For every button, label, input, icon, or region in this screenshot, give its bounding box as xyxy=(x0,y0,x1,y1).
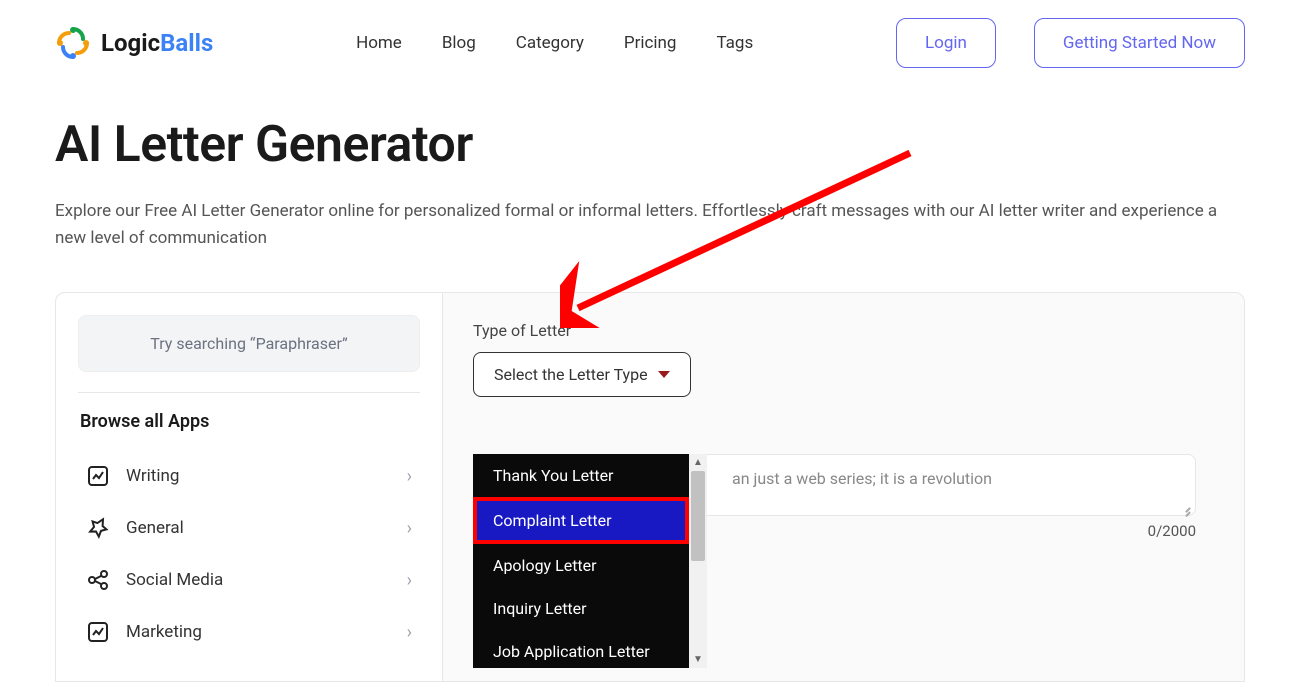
scrollbar-down-icon[interactable]: ▼ xyxy=(689,651,707,668)
chevron-right-icon: › xyxy=(407,622,412,643)
type-of-letter-label: Type of Letter xyxy=(473,321,1214,340)
site-header: LogicBalls Home Blog Category Pricing Ta… xyxy=(0,0,1300,86)
dropdown-scrollbar[interactable]: ▲ ▼ xyxy=(689,454,707,668)
dropdown-option-thank-you[interactable]: Thank You Letter xyxy=(473,454,689,497)
sidebar-item-writing[interactable]: Writing › xyxy=(78,450,420,502)
chevron-down-icon xyxy=(658,371,670,378)
app-card: Try searching “Paraphraser” Browse all A… xyxy=(55,292,1245,682)
sidebar-item-label: Social Media xyxy=(126,570,223,590)
search-input[interactable]: Try searching “Paraphraser” xyxy=(78,315,420,372)
divider xyxy=(78,392,420,393)
login-button[interactable]: Login xyxy=(896,18,996,68)
getting-started-button[interactable]: Getting Started Now xyxy=(1034,18,1245,68)
chevron-right-icon: › xyxy=(407,466,412,487)
logo-icon xyxy=(55,25,91,61)
nav-pricing[interactable]: Pricing xyxy=(624,33,677,53)
chart-icon xyxy=(86,620,110,644)
dropdown-option-apology[interactable]: Apology Letter xyxy=(473,544,689,587)
nav-tags[interactable]: Tags xyxy=(716,33,753,53)
dropdown-option-job-application[interactable]: Job Application Letter xyxy=(473,630,689,668)
sidebar-item-social-media[interactable]: Social Media › xyxy=(78,554,420,606)
chart-icon xyxy=(86,464,110,488)
browse-apps-title: Browse all Apps xyxy=(78,411,420,432)
brand-text: LogicBalls xyxy=(101,29,213,57)
scrollbar-up-icon[interactable]: ▲ xyxy=(689,454,707,471)
nav-category[interactable]: Category xyxy=(516,33,584,53)
main-nav: Home Blog Category Pricing Tags xyxy=(356,33,753,53)
pin-icon xyxy=(86,516,110,540)
dropdown-option-complaint[interactable]: Complaint Letter xyxy=(473,497,689,544)
share-icon xyxy=(86,568,110,592)
sidebar-item-label: Marketing xyxy=(126,622,202,642)
page-subtitle: Explore our Free AI Letter Generator onl… xyxy=(55,198,1230,252)
letter-type-dropdown: Thank You Letter Complaint Letter Apolog… xyxy=(473,454,707,668)
sidebar-item-marketing[interactable]: Marketing › xyxy=(78,606,420,658)
nav-blog[interactable]: Blog xyxy=(442,33,476,53)
nav-home[interactable]: Home xyxy=(356,33,402,53)
sidebar-item-label: Writing xyxy=(126,466,179,486)
sidebar-item-general[interactable]: General › xyxy=(78,502,420,554)
brand-logo[interactable]: LogicBalls xyxy=(55,25,213,61)
letter-type-select[interactable]: Select the Letter Type xyxy=(473,352,691,397)
resize-handle-icon[interactable] xyxy=(1181,501,1193,513)
select-placeholder: Select the Letter Type xyxy=(494,365,648,384)
main-content: AI Letter Generator Explore our Free AI … xyxy=(0,86,1300,682)
chevron-right-icon: › xyxy=(407,518,412,539)
chevron-right-icon: › xyxy=(407,570,412,591)
scrollbar-thumb[interactable] xyxy=(691,471,705,561)
dropdown-option-inquiry[interactable]: Inquiry Letter xyxy=(473,587,689,630)
page-title: AI Letter Generator xyxy=(55,116,1245,174)
form-content: Type of Letter Select the Letter Type Th… xyxy=(443,293,1244,681)
sidebar-item-label: General xyxy=(126,518,184,538)
sidebar: Try searching “Paraphraser” Browse all A… xyxy=(56,293,443,681)
